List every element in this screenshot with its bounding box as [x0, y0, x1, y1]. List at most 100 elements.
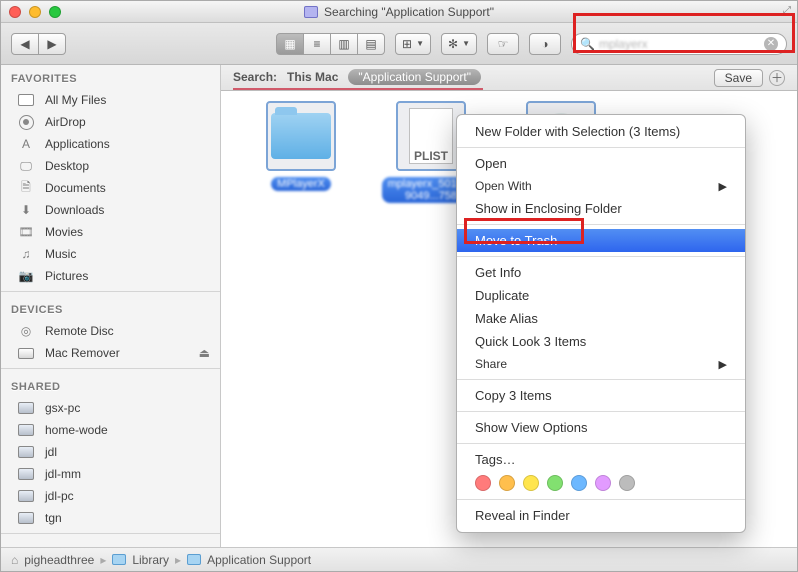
sidebar-item-jdl-pc[interactable]: jdl-pc	[1, 485, 220, 507]
ctx-view-options[interactable]: Show View Options	[457, 416, 745, 439]
icon-view-button[interactable]: ▦	[276, 33, 304, 55]
sidebar-item-jdl[interactable]: jdl	[1, 441, 220, 463]
all-my-files-icon	[18, 94, 34, 106]
arrange-icon: ⊞	[402, 37, 412, 51]
scope-this-mac[interactable]: This Mac	[287, 70, 338, 84]
sidebar-item-label: Pictures	[45, 269, 88, 283]
tag-yellow[interactable]	[523, 475, 539, 491]
tag-purple[interactable]	[595, 475, 611, 491]
ctx-make-alias[interactable]: Make Alias	[457, 307, 745, 330]
ctx-open[interactable]: Open	[457, 152, 745, 175]
sidebar-item-label: jdl-mm	[45, 467, 81, 481]
search-scope-label: Search:	[233, 70, 277, 84]
network-computer-icon	[18, 490, 34, 502]
sidebar-item-label: tgn	[45, 511, 62, 525]
sidebar-item-jdl-mm[interactable]: jdl-mm	[1, 463, 220, 485]
window-title-text: Searching "Application Support"	[324, 5, 494, 19]
ctx-reveal-in-finder[interactable]: Reveal in Finder	[457, 504, 745, 527]
sidebar-item-label: gsx-pc	[45, 401, 80, 415]
sidebar-item-documents[interactable]: 🗎Documents	[1, 177, 220, 199]
tag-red[interactable]	[475, 475, 491, 491]
coverflow-view-button[interactable]: ▤	[357, 33, 385, 55]
tag-orange[interactable]	[499, 475, 515, 491]
window-title: Searching "Application Support"	[1, 5, 797, 19]
favorites-header: FAVORITES	[1, 65, 220, 89]
sidebar-item-movies[interactable]: 🎞Movies	[1, 221, 220, 243]
fullscreen-icon[interactable]: ⤢	[783, 5, 791, 16]
sidebar-item-downloads[interactable]: ⬇Downloads	[1, 199, 220, 221]
ctx-show-enclosing[interactable]: Show in Enclosing Folder	[457, 197, 745, 220]
sidebar-item-home-wode[interactable]: home-wode	[1, 419, 220, 441]
sidebar-item-label: Movies	[45, 225, 83, 239]
sidebar-item-label: home-wode	[45, 423, 108, 437]
chevron-right-icon: ▶	[719, 358, 727, 371]
search-field[interactable]: 🔍 mplayerx ✕	[571, 33, 787, 55]
sidebar-item-label: jdl-pc	[45, 489, 74, 503]
pictures-icon: 📷	[17, 268, 35, 284]
sidebar-item-label: All My Files	[45, 93, 106, 107]
folder-icon	[271, 113, 331, 159]
eject-icon[interactable]: ⏏	[199, 346, 210, 360]
network-computer-icon	[18, 402, 34, 414]
tags-button[interactable]: ◑	[529, 33, 561, 55]
ctx-quick-look[interactable]: Quick Look 3 Items	[457, 330, 745, 353]
search-query-text: mplayerx	[599, 37, 648, 51]
sidebar-item-music[interactable]: ♫Music	[1, 243, 220, 265]
arrange-button[interactable]: ⊞▼	[395, 33, 431, 55]
shared-header: SHARED	[1, 373, 220, 397]
path-appsupport[interactable]: Application Support	[207, 553, 311, 567]
clear-search-button[interactable]: ✕	[764, 37, 778, 51]
path-library[interactable]: Library	[132, 553, 169, 567]
ctx-get-info[interactable]: Get Info	[457, 261, 745, 284]
sidebar-item-gsx-pc[interactable]: gsx-pc	[1, 397, 220, 419]
result-folder-label: MPlayerX	[271, 177, 331, 191]
ctx-share[interactable]: Share▶	[457, 353, 745, 375]
back-button[interactable]: ◀	[11, 33, 39, 55]
ctx-copy[interactable]: Copy 3 Items	[457, 384, 745, 407]
sidebar-item-remote-disc[interactable]: ◎Remote Disc	[1, 320, 220, 342]
sidebar-item-label: Desktop	[45, 159, 89, 173]
list-view-button[interactable]: ≡	[303, 33, 331, 55]
sidebar-item-tgn[interactable]: tgn	[1, 507, 220, 529]
ctx-tags[interactable]: Tags…	[457, 448, 745, 471]
save-search-button[interactable]: Save	[714, 69, 763, 87]
tag-green[interactable]	[547, 475, 563, 491]
sidebar-item-label: Documents	[45, 181, 106, 195]
tag-blue[interactable]	[571, 475, 587, 491]
sidebar-item-applications[interactable]: A Applications	[1, 133, 220, 155]
action-button[interactable]: ✻▼	[441, 33, 477, 55]
window-titlebar: Searching "Application Support" ⤢	[1, 1, 797, 23]
nav-buttons: ◀ ▶	[11, 33, 66, 55]
sidebar-item-desktop[interactable]: 🖵Desktop	[1, 155, 220, 177]
forward-button[interactable]: ▶	[38, 33, 66, 55]
add-search-rule-button[interactable]: ＋	[769, 70, 785, 86]
ctx-tag-colors	[457, 471, 745, 495]
network-computer-icon	[18, 446, 34, 458]
sidebar-item-mac-remover[interactable]: Mac Remover⏏	[1, 342, 220, 364]
downloads-icon: ⬇	[17, 202, 35, 218]
ctx-open-with[interactable]: Open With▶	[457, 175, 745, 197]
ctx-move-to-trash[interactable]: Move to Trash	[457, 229, 745, 252]
view-mode-segmented: ▦ ≡ ▥ ▤	[276, 33, 385, 55]
tags-header: TAGS	[1, 538, 220, 547]
ctx-duplicate[interactable]: Duplicate	[457, 284, 745, 307]
sidebar-item-pictures[interactable]: 📷 Pictures	[1, 265, 220, 287]
tag-gray[interactable]	[619, 475, 635, 491]
result-folder[interactable]: MPlayerX	[261, 101, 341, 191]
gear-icon: ✻	[448, 37, 458, 51]
ctx-new-folder-selection[interactable]: New Folder with Selection (3 Items)	[457, 120, 745, 143]
path-home[interactable]: pigheadthree	[24, 553, 94, 567]
sidebar-item-label: Applications	[45, 137, 110, 151]
share-icon: ☞	[498, 37, 509, 51]
sidebar-item-airdrop[interactable]: AirDrop	[1, 111, 220, 133]
toolbar: ◀ ▶ ▦ ≡ ▥ ▤ ⊞▼ ✻▼ ☞ ◑ 🔍 mplayerx ✕	[1, 23, 797, 65]
remote-disc-icon: ◎	[17, 323, 35, 339]
share-button[interactable]: ☞	[487, 33, 519, 55]
applications-icon: A	[17, 136, 35, 152]
scope-current-folder[interactable]: "Application Support"	[348, 69, 481, 85]
network-computer-icon	[18, 468, 34, 480]
column-view-button[interactable]: ▥	[330, 33, 358, 55]
sidebar-item-label: AirDrop	[45, 115, 86, 129]
home-icon: ⌂	[11, 553, 18, 567]
sidebar-item-all-my-files[interactable]: All My Files	[1, 89, 220, 111]
